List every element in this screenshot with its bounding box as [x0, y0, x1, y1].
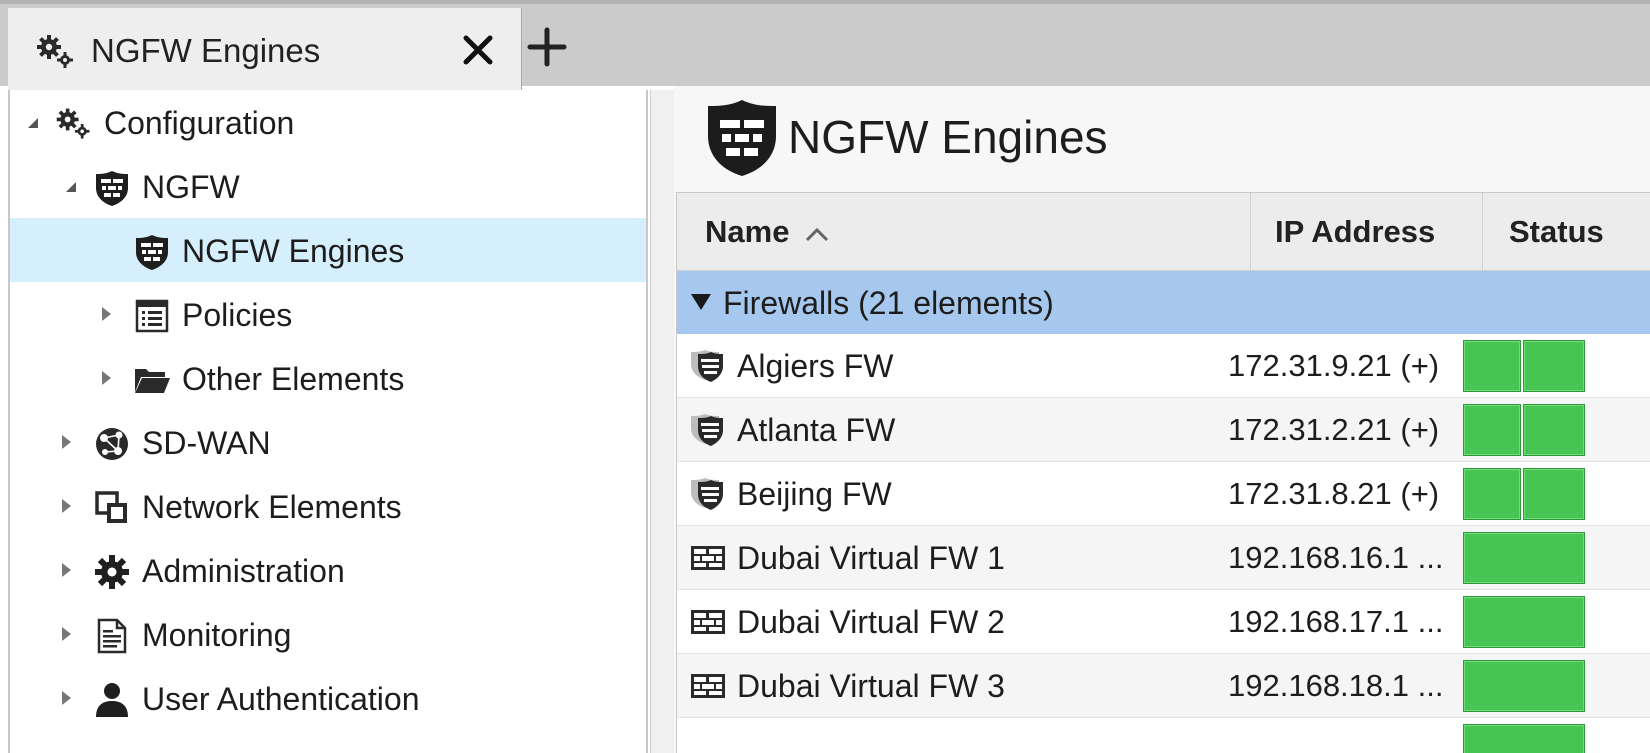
- engine-ip: 172.31.9.21 (+): [1228, 348, 1440, 383]
- engine-ip: 192.168.17.1 ...: [1228, 604, 1444, 639]
- tree-item-user-authentication[interactable]: User Authentication: [10, 666, 646, 730]
- column-header-name[interactable]: Name: [677, 193, 1251, 271]
- status-indicator-online[interactable]: [1463, 340, 1521, 392]
- status-indicator-online[interactable]: [1463, 468, 1521, 520]
- tree-item-label: Administration: [142, 553, 345, 589]
- gears-icon: [37, 35, 73, 68]
- tree-item-label: Policies: [182, 297, 293, 333]
- globe-network-icon: [96, 428, 128, 460]
- engine-name: Atlanta FW: [737, 412, 896, 448]
- engine-name: Algiers FW: [737, 348, 894, 384]
- table-row[interactable]: Dubai Virtual FW 2 192.168.17.1 ...: [677, 590, 1650, 654]
- virtual-firewall-icon: [691, 610, 725, 634]
- column-header-ip-address[interactable]: IP Address: [1251, 193, 1483, 271]
- folder-open-icon: [135, 369, 170, 393]
- status-indicator-online[interactable]: [1463, 660, 1585, 712]
- table-row[interactable]: Algiers FW 172.31.9.21 (+): [677, 334, 1650, 398]
- cluster-firewall-icon: [691, 478, 723, 510]
- tree-item-sd-wan[interactable]: SD-WAN: [10, 410, 646, 474]
- expand-triangle-icon[interactable]: [56, 624, 76, 644]
- tab-ngfw-engines[interactable]: NGFW Engines: [8, 8, 522, 90]
- tree-item-label: NGFW: [142, 169, 240, 205]
- tree-item-label: SD-WAN: [142, 425, 271, 461]
- virtual-firewall-icon: [691, 674, 725, 698]
- expand-triangle-icon[interactable]: [56, 432, 76, 452]
- close-icon[interactable]: [456, 28, 500, 72]
- column-header-status[interactable]: Status: [1483, 193, 1650, 271]
- group-label: Firewalls (21 elements): [723, 285, 1054, 321]
- table-row[interactable]: Dubai Virtual FW 1 192.168.16.1 ...: [677, 526, 1650, 590]
- main-panel: NGFW Engines Name IP Address Status Fire…: [674, 86, 1650, 753]
- cluster-firewall-icon: [691, 350, 723, 382]
- table-row[interactable]: Atlanta FW 172.31.2.21 (+): [677, 398, 1650, 462]
- tree-item-configuration[interactable]: Configuration: [10, 90, 646, 154]
- tab-label: NGFW Engines: [91, 32, 321, 69]
- report-document-icon: [97, 618, 127, 654]
- table-row[interactable]: Beijing FW 172.31.8.21 (+): [677, 462, 1650, 526]
- tree-item-policies[interactable]: Policies: [10, 282, 646, 346]
- engine-name: Dubai Virtual FW 1: [737, 540, 1005, 576]
- shield-firewall-icon: [96, 171, 128, 206]
- expand-triangle-icon[interactable]: [96, 368, 116, 388]
- panel-splitter[interactable]: [650, 90, 674, 753]
- shield-firewall-icon: [136, 235, 168, 270]
- sort-ascending-icon: [806, 227, 829, 241]
- table-row[interactable]: Dubai Virtual FW 3 192.168.18.1 ...: [677, 654, 1650, 718]
- status-indicator-online[interactable]: [1523, 404, 1585, 456]
- engines-table: Name IP Address Status Firewalls (21 ele…: [676, 192, 1650, 753]
- virtual-firewall-icon: [691, 546, 725, 570]
- tree-item-ngfw-engines[interactable]: NGFW Engines: [10, 218, 646, 282]
- page-title: NGFW Engines: [788, 111, 1108, 163]
- tree-item-label: NGFW Engines: [182, 233, 405, 269]
- tree-item-label: Network Elements: [142, 489, 402, 525]
- column-header-label: Name: [705, 214, 790, 249]
- new-tab-plus-icon[interactable]: [524, 24, 570, 70]
- group-row-firewalls[interactable]: Firewalls (21 elements): [677, 271, 1650, 334]
- table-header: Name IP Address Status: [677, 193, 1650, 271]
- engine-ip: 192.168.18.1 ...: [1228, 668, 1444, 703]
- tree-item-label: Monitoring: [142, 617, 292, 653]
- column-header-label: Status: [1509, 214, 1604, 249]
- expand-triangle-icon[interactable]: [56, 688, 76, 708]
- engine-name: Dubai Virtual FW 3: [737, 668, 1005, 704]
- cluster-firewall-icon: [691, 414, 723, 446]
- engine-ip: 172.31.2.21 (+): [1228, 412, 1440, 447]
- user-icon: [96, 683, 128, 717]
- tree-item-network-elements[interactable]: Network Elements: [10, 474, 646, 538]
- status-indicator-online[interactable]: [1463, 532, 1585, 584]
- tab-bar: NGFW Engines: [0, 0, 1650, 90]
- expand-triangle-icon[interactable]: [56, 560, 76, 580]
- engine-ip: 172.31.8.21 (+): [1228, 476, 1440, 511]
- gears-icon: [56, 108, 90, 139]
- collapse-triangle-icon[interactable]: [689, 291, 713, 313]
- collapse-triangle-icon[interactable]: [60, 176, 80, 196]
- gear-icon: [95, 555, 129, 589]
- status-indicator-online[interactable]: [1463, 596, 1585, 648]
- engine-name: Beijing FW: [737, 476, 892, 512]
- expand-triangle-icon[interactable]: [96, 304, 116, 324]
- status-indicator-online[interactable]: [1463, 404, 1521, 456]
- tree-item-label: Configuration: [104, 105, 295, 141]
- shield-firewall-icon: [708, 100, 776, 176]
- tree-item-label: Other Elements: [182, 361, 405, 397]
- tree-item-monitoring[interactable]: Monitoring: [10, 602, 646, 666]
- overlapping-squares-icon: [95, 491, 127, 523]
- column-header-label: IP Address: [1275, 214, 1436, 249]
- list-document-icon: [135, 299, 169, 333]
- status-indicator-online[interactable]: [1463, 724, 1585, 753]
- status-indicator-online[interactable]: [1523, 340, 1585, 392]
- engine-ip: 192.168.16.1 ...: [1228, 540, 1444, 575]
- engine-name: Dubai Virtual FW 2: [737, 604, 1005, 640]
- tree-item-administration[interactable]: Administration: [10, 538, 646, 602]
- navigation-tree: Configuration NGFW NGFW Engines Policies: [8, 90, 648, 753]
- status-indicator-online[interactable]: [1523, 468, 1585, 520]
- tree-item-ngfw[interactable]: NGFW: [10, 154, 646, 218]
- expand-triangle-icon[interactable]: [56, 496, 76, 516]
- tree-item-label: User Authentication: [142, 681, 420, 717]
- collapse-triangle-icon[interactable]: [22, 112, 42, 132]
- tree-item-other-elements[interactable]: Other Elements: [10, 346, 646, 410]
- table-row[interactable]: [677, 718, 1650, 753]
